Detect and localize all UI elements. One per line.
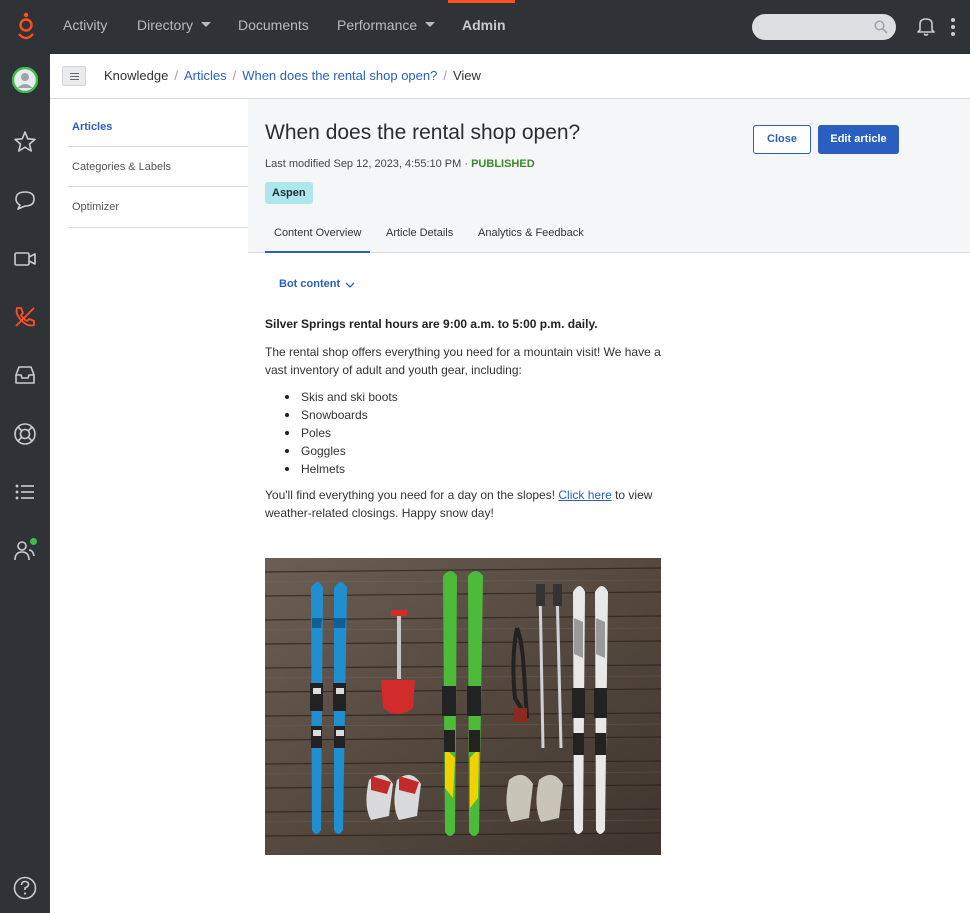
close-button[interactable]: Close xyxy=(753,125,811,154)
status-badge: PUBLISHED xyxy=(471,158,535,170)
bot-content-toggle[interactable]: Bot content xyxy=(279,278,355,290)
nav-activity[interactable]: Activity xyxy=(63,0,107,54)
gear-list: Skis and ski boots Snowboards Poles Gogg… xyxy=(284,388,398,478)
breadcrumb-article[interactable]: When does the rental shop open? xyxy=(242,68,437,83)
lifebuoy-icon[interactable] xyxy=(12,421,38,447)
top-nav-bar: Activity Directory Documents Performance… xyxy=(0,0,970,54)
nav-admin[interactable]: Admin xyxy=(462,0,506,54)
nav-documents[interactable]: Documents xyxy=(238,0,309,54)
article-intro: The rental shop offers everything you ne… xyxy=(265,345,661,377)
breadcrumb-current: View xyxy=(452,68,481,83)
nav-performance[interactable]: Performance xyxy=(337,0,436,54)
video-icon[interactable] xyxy=(12,246,38,272)
help-icon[interactable] xyxy=(12,875,38,901)
list-item: Skis and ski boots xyxy=(284,388,398,406)
avatar-icon[interactable] xyxy=(12,67,38,93)
more-options-icon[interactable] xyxy=(950,17,956,37)
tab-content-overview[interactable]: Content Overview xyxy=(265,215,371,253)
breadcrumb: Knowledge / Articles / When does the rental … xyxy=(104,68,481,83)
tab-analytics-feedback[interactable]: Analytics & Feedback xyxy=(469,215,593,253)
nav-directory[interactable]: Directory xyxy=(137,0,212,54)
inbox-icon[interactable] xyxy=(12,362,38,388)
bell-icon[interactable] xyxy=(917,16,935,36)
article-content: Bot content Silver Springs rental hours … xyxy=(248,253,970,913)
breadcrumb-knowledge[interactable]: Knowledge xyxy=(104,68,168,83)
phone-off-icon[interactable] xyxy=(12,304,38,330)
chevron-down-icon xyxy=(425,21,436,27)
sidebar-item-optimizer[interactable]: Optimizer xyxy=(68,187,248,228)
left-rail xyxy=(0,54,50,913)
article-outro: You'll find everything you need for a da… xyxy=(265,488,653,520)
click-here-link[interactable]: Click here xyxy=(558,488,611,502)
sidebar-item-articles[interactable]: Articles xyxy=(68,99,248,147)
article-meta: Last modified Sep 12, 2023, 4:55:10 PM ·… xyxy=(265,158,535,170)
genesys-logo-icon[interactable] xyxy=(14,12,38,42)
page-title: When does the rental shop open? xyxy=(265,121,581,144)
category-tag: Aspen xyxy=(265,182,313,204)
sidebar-item-categories[interactable]: Categories & Labels xyxy=(68,147,248,187)
sidebar-toggle-button[interactable] xyxy=(62,66,86,86)
last-modified: Last modified Sep 12, 2023, 4:55:10 PM · xyxy=(265,158,469,170)
list-item: Helmets xyxy=(284,460,398,478)
chevron-down-icon xyxy=(345,282,355,288)
list-item: Goggles xyxy=(284,442,398,460)
list-item: Snowboards xyxy=(284,406,398,424)
search-icon xyxy=(874,20,888,34)
chevron-down-icon xyxy=(201,21,212,27)
list-icon[interactable] xyxy=(12,479,38,505)
list-item: Poles xyxy=(284,424,398,442)
star-icon[interactable] xyxy=(12,129,38,155)
edit-article-button[interactable]: Edit article xyxy=(818,125,899,154)
breadcrumb-articles[interactable]: Articles xyxy=(184,68,227,83)
knowledge-sidebar: Articles Categories & Labels Optimizer xyxy=(50,99,248,913)
search-input[interactable] xyxy=(752,14,896,40)
ski-gear-photo xyxy=(265,558,661,855)
article-header: When does the rental shop open? Last mod… xyxy=(248,99,970,253)
chat-icon[interactable] xyxy=(12,187,38,213)
breadcrumb-bar: Knowledge / Articles / When does the rental … xyxy=(50,54,970,99)
people-icon[interactable] xyxy=(12,537,38,563)
article-headline: Silver Springs rental hours are 9:00 a.m… xyxy=(265,317,598,331)
tab-article-details[interactable]: Article Details xyxy=(377,215,462,253)
